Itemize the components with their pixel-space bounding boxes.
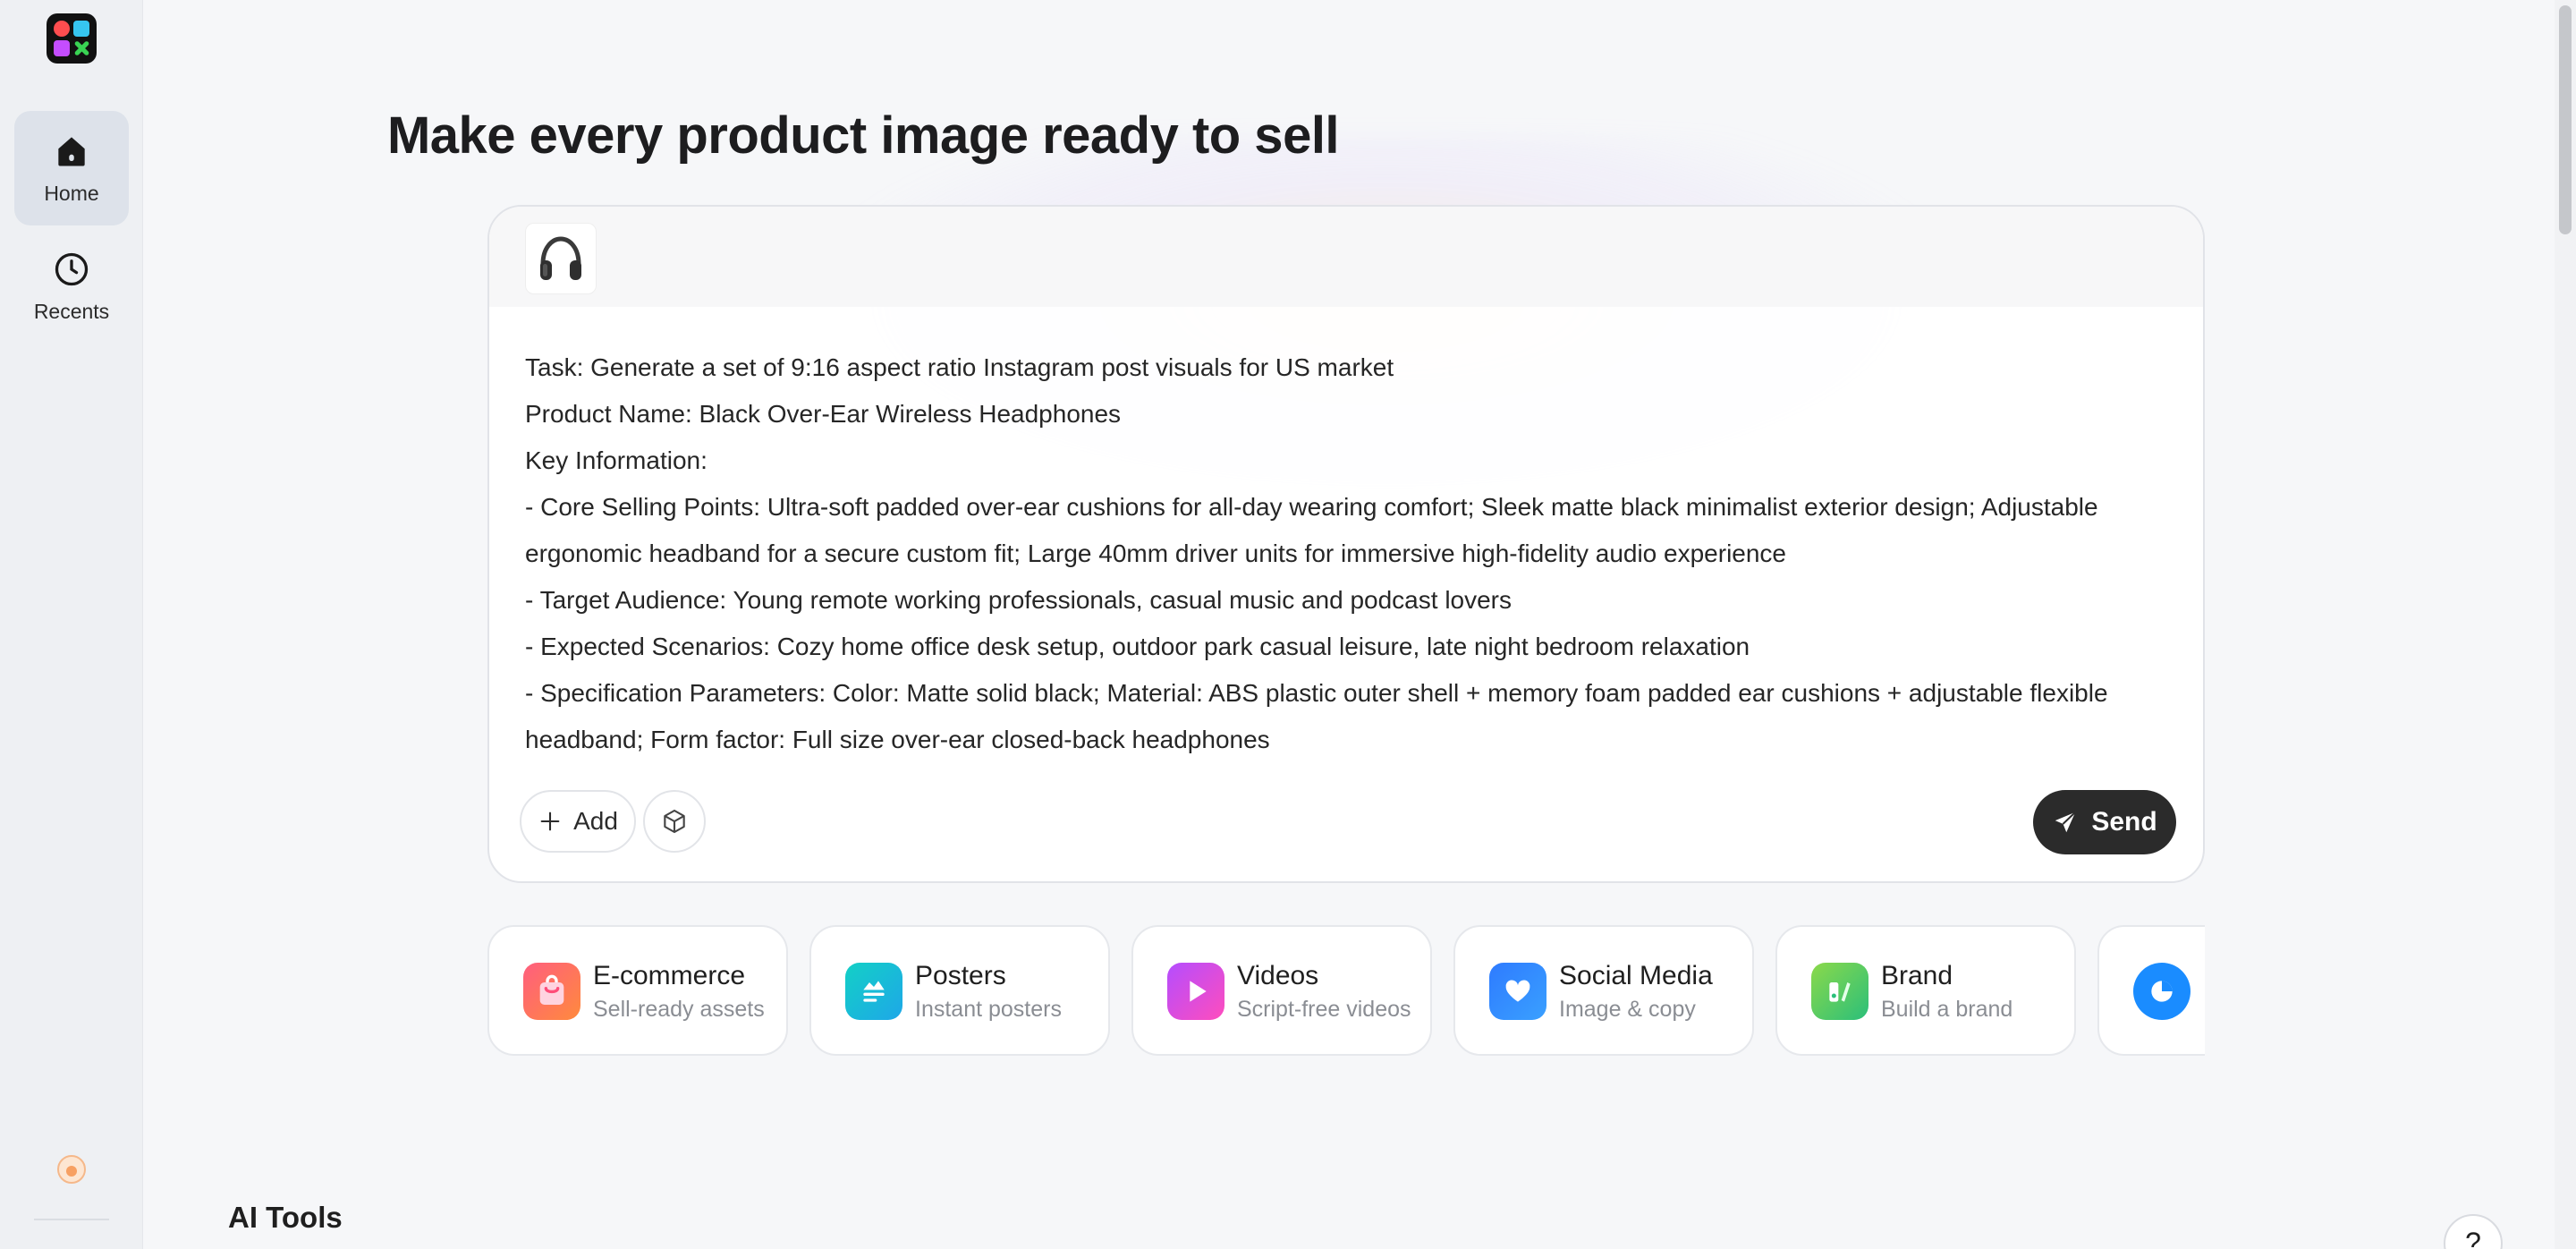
card-title: Posters [915, 961, 1006, 990]
add-button-label: Add [573, 807, 618, 835]
prompt-composer: Task: Generate a set of 9:16 aspect rati… [487, 205, 2205, 883]
attachment-bar [489, 207, 2203, 307]
headphones-icon [540, 236, 581, 280]
category-card-social-media[interactable]: Social Media Image & copy [1453, 925, 1754, 1056]
cube-icon [664, 809, 685, 834]
prompt-line: Task: Generate a set of 9:16 aspect rati… [525, 353, 1394, 381]
3d-model-button[interactable] [643, 790, 706, 853]
card-title: Brand [1881, 961, 1953, 990]
prompt-line: - Target Audience: Young remote working … [525, 586, 1513, 614]
category-card-analytics[interactable] [2097, 925, 2205, 1056]
play-icon [1190, 981, 1207, 1002]
category-card-brand[interactable]: Brand Build a brand [1775, 925, 2076, 1056]
page-title: Make every product image ready to sell [386, 106, 1340, 165]
help-icon: ? [2465, 1227, 2481, 1249]
card-title: E-commerce [593, 961, 746, 990]
pie-chart-icon [2151, 981, 2173, 1002]
shopping-bag-icon [539, 974, 564, 1005]
send-button-label: Send [2091, 807, 2157, 837]
clock-icon [55, 252, 89, 285]
page-scrollbar[interactable] [2555, 0, 2576, 1249]
heart-chat-icon [1505, 980, 1530, 1002]
sidebar-item-label: Home [44, 181, 99, 205]
card-title: Social Media [1559, 961, 1713, 990]
send-icon [2055, 811, 2077, 833]
sidebar-divider [34, 1219, 109, 1220]
prompt-line: - Expected Scenarios: Cozy home office d… [525, 633, 1750, 660]
ai-tools-section-title: AI Tools [228, 1201, 343, 1234]
prompt-line: Product Name: Black Over-Ear Wireless He… [525, 400, 1122, 428]
sidebar: Home Recents [0, 0, 143, 1249]
category-card-ecommerce[interactable]: E-commerce Sell-ready assets [487, 925, 788, 1056]
card-subtitle: Instant posters [915, 997, 1062, 1022]
app-logo[interactable] [47, 13, 97, 64]
prompt-line: - Core Selling Points: Ultra-soft padded… [525, 493, 2098, 567]
prompt-line: - Specification Parameters: Color: Matte… [525, 679, 2108, 753]
prompt-textarea[interactable]: Task: Generate a set of 9:16 aspect rati… [525, 344, 2153, 763]
card-subtitle: Build a brand [1881, 997, 2013, 1022]
send-button[interactable]: Send [2033, 790, 2176, 854]
user-avatar-icon[interactable] [56, 1154, 87, 1185]
category-cards: E-commerce Sell-ready assets Posters Ins… [487, 925, 2205, 1058]
help-button[interactable]: ? [2444, 1214, 2503, 1249]
poster-icon [863, 981, 885, 1002]
card-subtitle: Script-free videos [1237, 997, 1411, 1022]
sidebar-item-recents[interactable]: Recents [14, 229, 129, 344]
brand-icon [1829, 982, 1851, 1002]
card-title: Videos [1237, 961, 1319, 990]
category-card-videos[interactable]: Videos Script-free videos [1131, 925, 1432, 1056]
add-button[interactable]: Add [520, 790, 636, 853]
plus-icon [540, 811, 560, 831]
product-thumbnail[interactable] [525, 223, 597, 294]
scrollbar-thumb[interactable] [2559, 5, 2572, 234]
sidebar-item-label: Recents [33, 299, 110, 323]
card-subtitle: Sell-ready assets [593, 997, 765, 1022]
category-card-posters[interactable]: Posters Instant posters [809, 925, 1110, 1056]
card-subtitle: Image & copy [1559, 997, 1696, 1022]
prompt-line: Key Information: [525, 446, 708, 474]
